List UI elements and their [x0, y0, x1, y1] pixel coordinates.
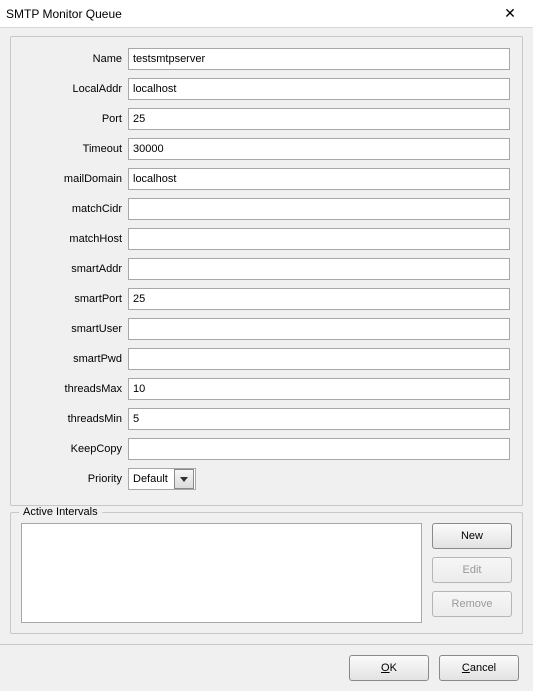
- active-intervals-legend: Active Intervals: [19, 506, 102, 518]
- threadsmin-label: threadsMin: [23, 413, 128, 425]
- priority-label: Priority: [23, 473, 128, 485]
- title-bar: SMTP Monitor Queue ✕: [0, 0, 533, 28]
- priority-value: Default: [129, 473, 174, 485]
- form-panel: Name LocalAddr Port Timeout mailDomain m…: [10, 36, 523, 506]
- matchcidr-input[interactable]: [128, 198, 510, 220]
- maildomain-input[interactable]: [128, 168, 510, 190]
- intervals-buttons: New Edit Remove: [432, 523, 512, 623]
- smartuser-input[interactable]: [128, 318, 510, 340]
- matchhost-input[interactable]: [128, 228, 510, 250]
- ok-button[interactable]: OK: [349, 655, 429, 681]
- chevron-down-icon: [180, 477, 188, 482]
- edit-button: Edit: [432, 557, 512, 583]
- threadsmin-input[interactable]: [128, 408, 510, 430]
- priority-dropdown-button[interactable]: [174, 469, 194, 489]
- dialog-content: Name LocalAddr Port Timeout mailDomain m…: [0, 28, 533, 634]
- port-label: Port: [23, 113, 128, 125]
- smartaddr-input[interactable]: [128, 258, 510, 280]
- localaddr-label: LocalAddr: [23, 83, 128, 95]
- keepcopy-label: KeepCopy: [23, 443, 128, 455]
- localaddr-input[interactable]: [128, 78, 510, 100]
- new-button[interactable]: New: [432, 523, 512, 549]
- close-icon: ✕: [504, 5, 516, 22]
- matchhost-label: matchHost: [23, 233, 128, 245]
- matchcidr-label: matchCidr: [23, 203, 128, 215]
- smartuser-label: smartUser: [23, 323, 128, 335]
- remove-button: Remove: [432, 591, 512, 617]
- port-input[interactable]: [128, 108, 510, 130]
- keepcopy-input[interactable]: [128, 438, 510, 460]
- cancel-button[interactable]: Cancel: [439, 655, 519, 681]
- maildomain-label: mailDomain: [23, 173, 128, 185]
- close-button[interactable]: ✕: [495, 4, 525, 24]
- smartport-input[interactable]: [128, 288, 510, 310]
- threadsmax-input[interactable]: [128, 378, 510, 400]
- window-title: SMTP Monitor Queue: [6, 7, 122, 21]
- active-intervals-group: Active Intervals New Edit Remove: [10, 512, 523, 634]
- name-label: Name: [23, 53, 128, 65]
- threadsmax-label: threadsMax: [23, 383, 128, 395]
- timeout-label: Timeout: [23, 143, 128, 155]
- name-input[interactable]: [128, 48, 510, 70]
- smartaddr-label: smartAddr: [23, 263, 128, 275]
- priority-select[interactable]: Default: [128, 468, 196, 490]
- smartport-label: smartPort: [23, 293, 128, 305]
- active-intervals-list[interactable]: [21, 523, 422, 623]
- timeout-input[interactable]: [128, 138, 510, 160]
- smartpwd-label: smartPwd: [23, 353, 128, 365]
- smartpwd-input[interactable]: [128, 348, 510, 370]
- dialog-footer: OK Cancel: [0, 644, 533, 691]
